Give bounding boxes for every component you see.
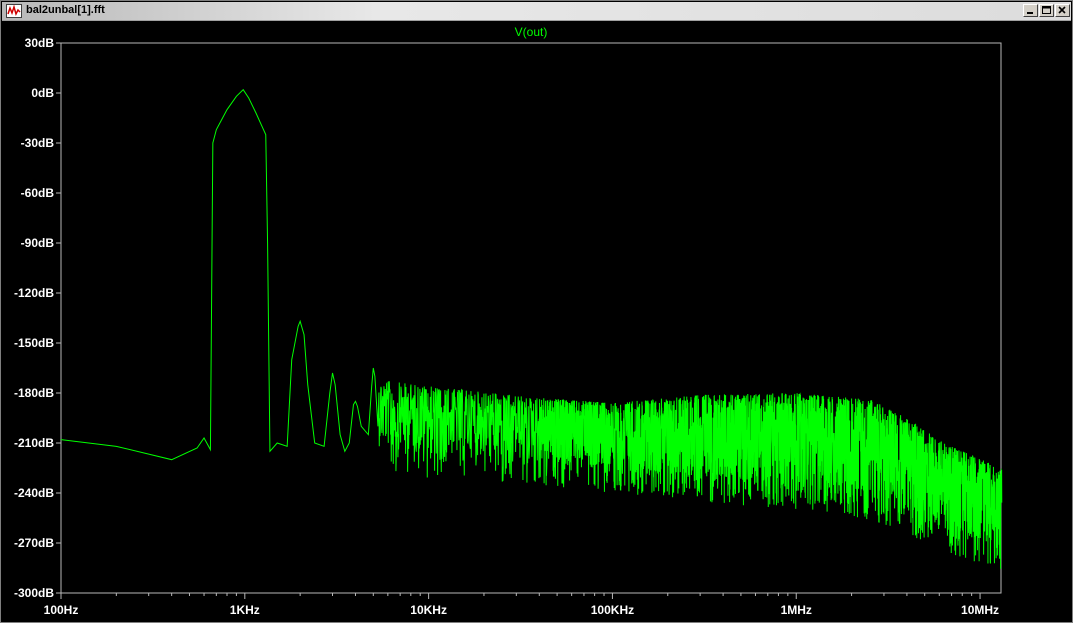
window-title: bal2unbal[1].fft — [26, 4, 105, 16]
trace-layer — [60, 88, 1003, 569]
vout-trace — [60, 88, 1003, 569]
y-axis: 30dB 0dB -30dB -60dB -90dB -120dB -150dB -180dB… — [14, 36, 61, 600]
close-button[interactable] — [1055, 4, 1070, 17]
fft-chart: V(out) 30dB 0dB -30dB -60dB -90dB -120dB -150d… — [14, 25, 1003, 617]
fft-plot-window: bal2unbal[1].fft V(out) 30dB 0dB -30dB -60d… — [0, 0, 1073, 623]
x-tick-label: 10KHz — [410, 603, 447, 617]
y-tick-label: -90dB — [21, 236, 55, 250]
y-tick-label: -270dB — [14, 536, 54, 550]
waveform-icon — [6, 4, 22, 18]
title-bar[interactable]: bal2unbal[1].fft — [2, 2, 1071, 21]
y-tick-label: -240dB — [14, 486, 54, 500]
minimize-icon — [1027, 12, 1033, 14]
x-tick-label: 1KHz — [230, 603, 260, 617]
y-tick-label: -150dB — [14, 336, 54, 350]
maximize-button[interactable] — [1039, 4, 1054, 17]
x-axis: 100Hz 1KHz 10KHz 100KHz 1MHz 10MHz — [44, 593, 999, 617]
x-tick-label: 100KHz — [591, 603, 634, 617]
y-tick-label: -60dB — [21, 186, 55, 200]
x-tick-label: 10MHz — [961, 603, 999, 617]
y-tick-label: -180dB — [14, 386, 54, 400]
y-tick-label: -120dB — [14, 286, 54, 300]
minimize-button[interactable] — [1023, 4, 1038, 17]
y-tick-label: -30dB — [21, 136, 55, 150]
close-icon — [1058, 6, 1066, 14]
y-tick-label: -210dB — [14, 436, 54, 450]
y-tick-label: 30dB — [25, 36, 55, 50]
plot-frame — [60, 42, 1002, 594]
y-tick-label: -300dB — [14, 586, 54, 600]
x-tick-label: 100Hz — [44, 603, 79, 617]
y-tick-label: 0dB — [31, 86, 54, 100]
chart-title: V(out) — [515, 25, 548, 39]
maximize-icon — [1042, 6, 1051, 14]
x-tick-label: 1MHz — [781, 603, 812, 617]
